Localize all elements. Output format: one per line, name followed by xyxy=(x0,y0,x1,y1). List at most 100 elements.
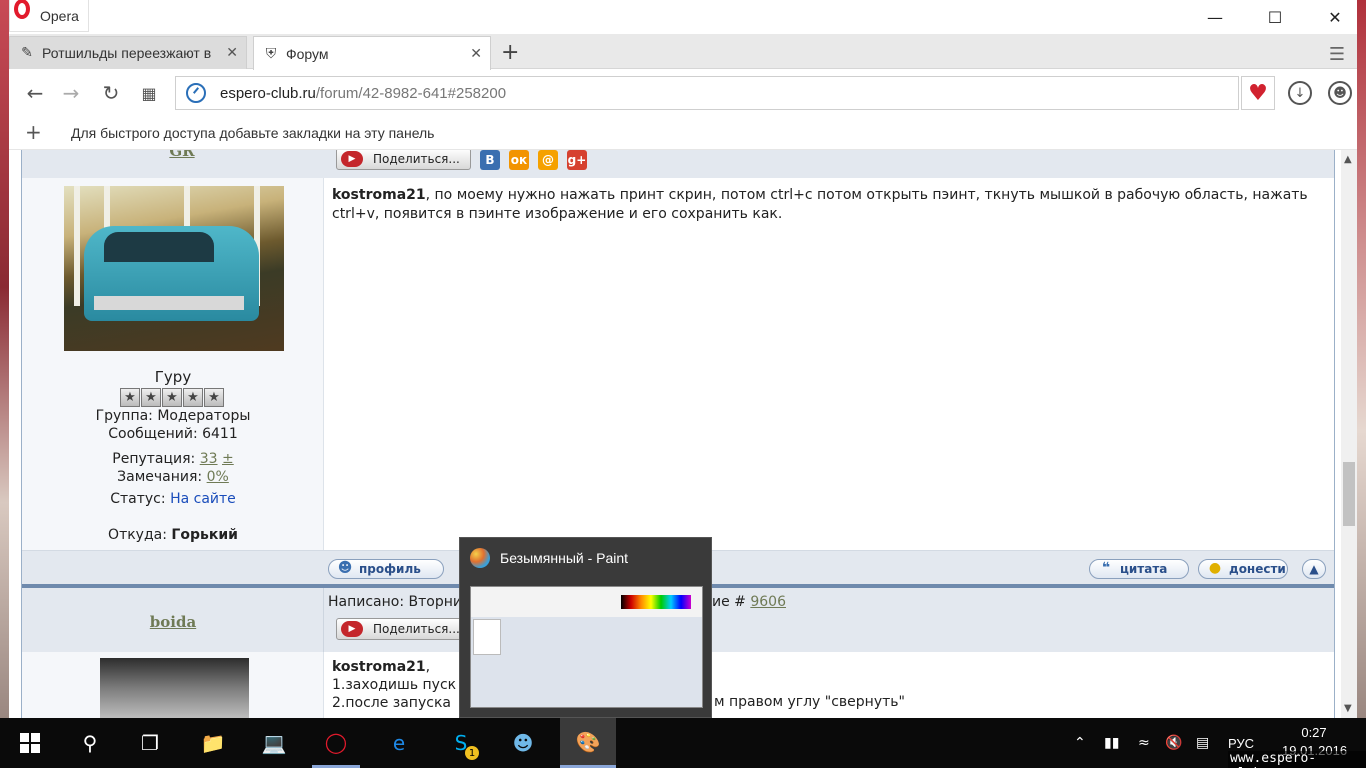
clock-time: 0:27 xyxy=(1301,725,1327,740)
download-icon[interactable]: ↓ xyxy=(1288,81,1312,105)
share-label: Поделиться... xyxy=(373,152,460,166)
reputation-link[interactable]: 33 xyxy=(200,451,218,467)
windows-logo-icon xyxy=(20,733,40,753)
document-icon: ✎ xyxy=(21,45,33,61)
profile-button[interactable]: ☻ профиль xyxy=(328,559,444,579)
network-person-icon[interactable]: ☻ xyxy=(499,718,547,768)
desktop-background-right xyxy=(1357,0,1366,718)
tab-title: Ротшильды переезжают в xyxy=(42,45,212,61)
wifi-icon[interactable]: ≈ xyxy=(1138,718,1150,768)
add-bookmark-icon[interactable]: + xyxy=(25,120,42,144)
share-label: Поделиться... xyxy=(373,622,460,636)
file-explorer-icon[interactable]: 📁 xyxy=(189,718,237,768)
star-icon: ★ xyxy=(120,388,140,407)
post-number-link[interactable]: 9606 xyxy=(750,594,786,610)
paint-taskbar-preview[interactable]: Безымянный - Paint xyxy=(459,537,712,718)
tab-forum[interactable]: ⛨ Форум ✕ xyxy=(253,36,491,70)
rank-stars: ★ ★ ★ ★ ★ xyxy=(120,388,224,407)
shield-icon: ⛨ xyxy=(265,45,277,62)
user-icon: ☻ xyxy=(337,560,353,576)
tab-menu-icon[interactable]: ☰ xyxy=(1329,44,1345,65)
star-icon: ★ xyxy=(141,388,161,407)
user-avatar[interactable] xyxy=(100,658,249,718)
reputation-change-link[interactable]: ± xyxy=(222,451,234,467)
battery-icon[interactable]: ▮▮ xyxy=(1104,718,1119,768)
action-center-icon[interactable]: ▤ xyxy=(1196,718,1209,768)
scroll-thumb[interactable] xyxy=(1343,462,1355,526)
scroll-down-icon[interactable]: ▼ xyxy=(1344,703,1352,714)
user-messages: Сообщений: 6411 xyxy=(108,426,238,442)
back-button[interactable]: ← xyxy=(21,80,49,106)
post-date-prefix: Написано: Вторни xyxy=(328,594,462,610)
post2-line2-continued: м правом углу "свернуть" xyxy=(714,694,905,710)
post2-line2: 2.после запуска xyxy=(332,695,451,711)
user-group: Группа: Модераторы xyxy=(95,408,251,424)
task-view-icon[interactable]: ❐ xyxy=(126,718,174,768)
close-tab-icon[interactable]: ✕ xyxy=(470,46,482,62)
paint-window-thumbnail[interactable] xyxy=(470,586,703,708)
share-button[interactable]: ▶ Поделиться... xyxy=(336,150,471,170)
opera-taskbar-icon[interactable]: ◯ xyxy=(312,718,360,768)
new-tab-button[interactable]: + xyxy=(501,40,519,65)
google-plus-icon[interactable]: g+ xyxy=(567,150,587,170)
speaker-icon: ▶ xyxy=(341,621,363,637)
post-message: kostroma21, по моему нужно нажать принт … xyxy=(332,186,1327,224)
quoted-author[interactable]: kostroma21 xyxy=(332,659,426,675)
tab-rothschild[interactable]: ✎ Ротшильды переезжают в ✕ xyxy=(9,36,247,69)
reload-button[interactable]: ↻ xyxy=(97,80,125,106)
show-hidden-icons[interactable]: ⌃ xyxy=(1074,718,1086,768)
minimize-button[interactable]: — xyxy=(1185,0,1245,34)
navigation-bar: ← → ↻ ▦ espero-club.ru /forum/42-8982-64… xyxy=(9,70,1357,116)
opera-menu-button[interactable]: Opera xyxy=(9,0,89,32)
post-body: Гуру ★ ★ ★ ★ ★ Группа: Модераторы Сообще… xyxy=(22,178,1334,550)
star-icon: ★ xyxy=(204,388,224,407)
paint-taskbar-icon[interactable]: 🎨 xyxy=(560,718,616,768)
scroll-up-icon[interactable]: ▲ xyxy=(1344,154,1352,165)
search-icon[interactable]: ⚲ xyxy=(66,718,114,768)
site-watermark: www.espero-club.ru xyxy=(1228,751,1366,768)
user-location: Откуда: Горький xyxy=(108,527,238,543)
paint-icon xyxy=(470,548,490,568)
heart-bookmark-icon[interactable]: ♥ xyxy=(1241,76,1275,110)
report-button[interactable]: ● донести xyxy=(1198,559,1288,579)
maximize-button[interactable]: ☐ xyxy=(1245,0,1305,34)
speed-dial-grid-icon[interactable]: ▦ xyxy=(135,80,163,106)
taskbar: ⚲ ❐ 📁 💻 ◯ e S1 ☻ 🎨 ⌃ ▮▮ ≈ 🔇 ▤ РУС 0:27 1… xyxy=(0,718,1366,768)
online-status: На сайте xyxy=(170,491,236,507)
forward-button[interactable]: → xyxy=(57,80,85,106)
vertical-scrollbar[interactable]: ▲ ▼ xyxy=(1341,150,1357,718)
user-rank: Гуру xyxy=(154,368,192,386)
quoted-author[interactable]: kostroma21 xyxy=(332,187,426,203)
desktop-background-left xyxy=(0,0,9,718)
vk-icon[interactable]: В xyxy=(480,150,500,170)
star-icon: ★ xyxy=(183,388,203,407)
close-window-button[interactable]: ✕ xyxy=(1305,0,1365,34)
mailru-icon[interactable]: @ xyxy=(538,150,558,170)
bookmarks-bar: + Для быстрого доступа добавьте закладки… xyxy=(9,116,1357,150)
user-avatar[interactable] xyxy=(64,186,284,351)
volume-muted-icon[interactable]: 🔇 xyxy=(1165,718,1182,768)
star-icon: ★ xyxy=(162,388,182,407)
remote-desktop-icon[interactable]: 💻 xyxy=(250,718,298,768)
username-link[interactable]: GR xyxy=(142,150,222,160)
odnoklassniki-icon[interactable]: ок xyxy=(509,150,529,170)
scroll-top-button[interactable]: ▲ xyxy=(1302,559,1326,579)
edge-icon[interactable]: e xyxy=(375,718,423,768)
opera-menu-label: Opera xyxy=(40,7,79,24)
account-icon[interactable]: ☻ xyxy=(1328,81,1352,105)
opera-logo-icon xyxy=(14,0,30,19)
warnings-link[interactable]: 0% xyxy=(207,469,229,485)
username-link[interactable]: boida xyxy=(22,613,324,631)
address-bar[interactable]: espero-club.ru /forum/42-8982-641#258200 xyxy=(175,76,1239,110)
skype-icon[interactable]: S1 xyxy=(437,718,485,768)
preview-title: Безымянный - Paint xyxy=(500,550,629,566)
user-status: Статус: На сайте xyxy=(110,491,236,507)
page-info-icon[interactable] xyxy=(186,83,206,103)
post2-line1: 1.заходишь пуск xyxy=(332,677,457,693)
bookmarks-hint: Для быстрого доступа добавьте закладки н… xyxy=(71,125,435,141)
quote-button[interactable]: ❝ цитата xyxy=(1089,559,1189,579)
user-reputation: Репутация: 33 ± xyxy=(112,451,234,467)
close-tab-icon[interactable]: ✕ xyxy=(226,45,238,61)
start-button[interactable] xyxy=(6,718,54,768)
share-button[interactable]: ▶ Поделиться... xyxy=(336,618,471,640)
